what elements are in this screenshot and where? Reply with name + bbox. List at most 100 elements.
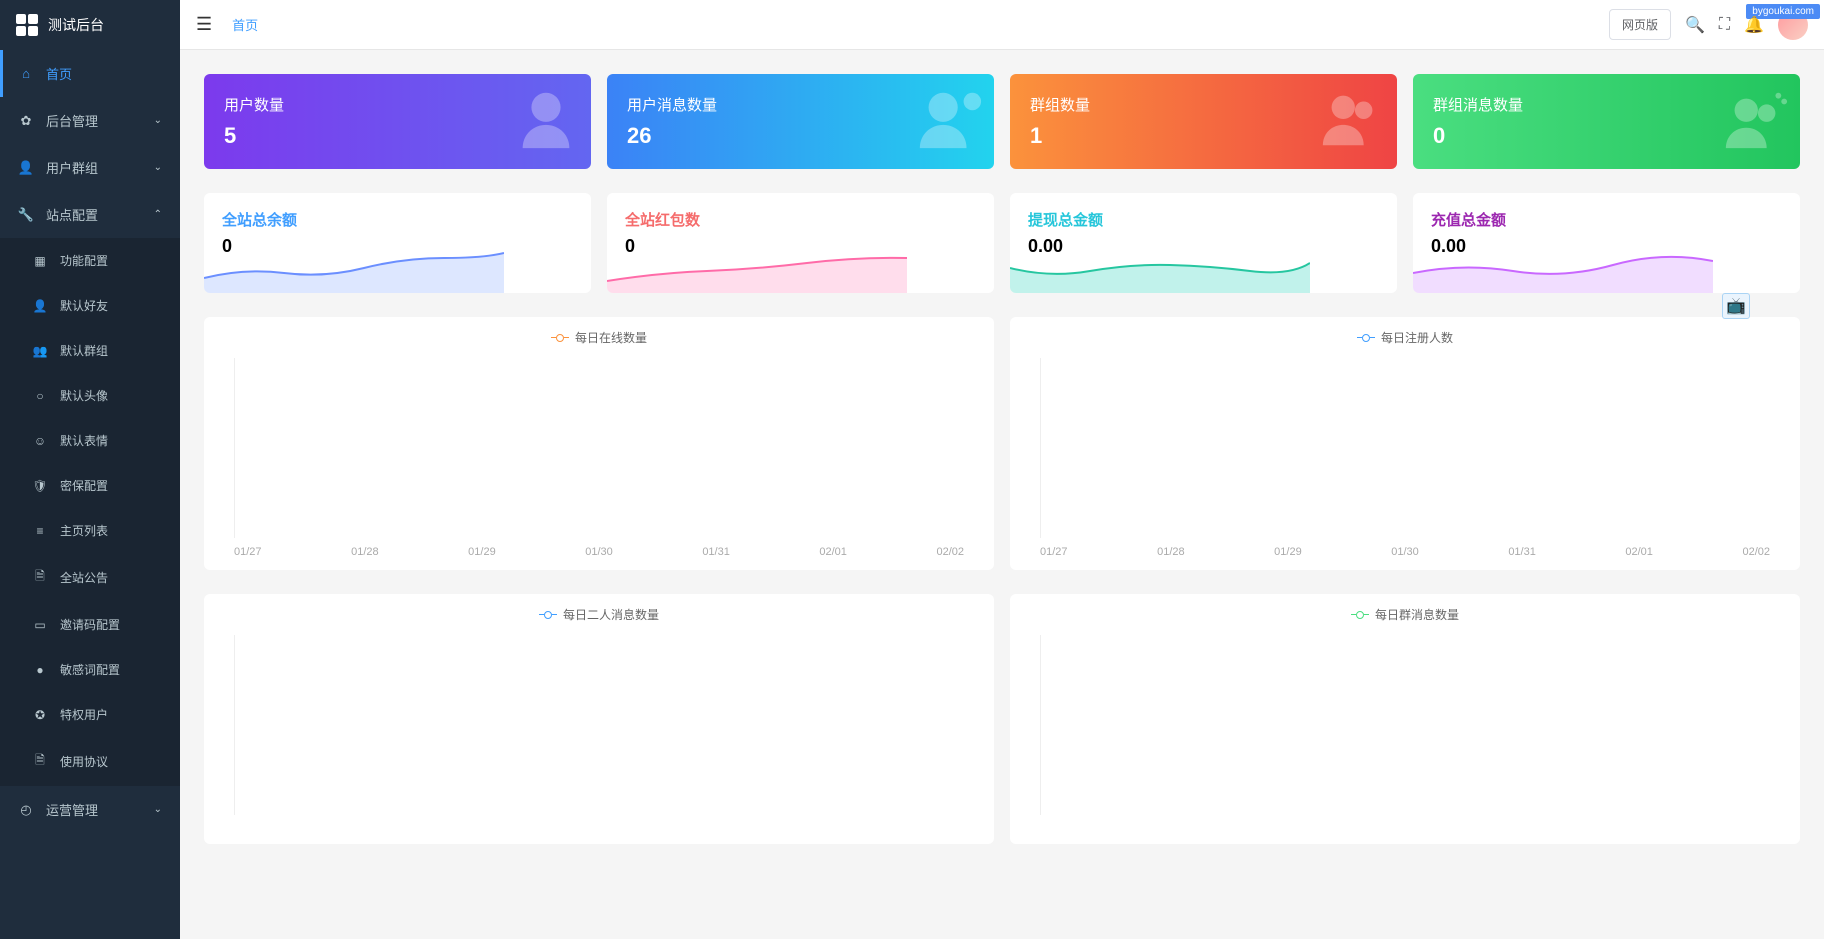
doc-icon: 🗎 bbox=[32, 567, 48, 588]
home-icon: ⌂ bbox=[18, 66, 34, 81]
xaxis-tick: 01/28 bbox=[1157, 546, 1185, 558]
grid-icon: ▦ bbox=[32, 254, 48, 268]
nav-label: 主页列表 bbox=[60, 522, 108, 539]
sidebar: 测试后台 ⌂ 首页 ✿ 后台管理 ⌄ 👤 用户群组 ⌄ 🔧 站点配置 ⌃ bbox=[0, 0, 180, 939]
xaxis-tick: 01/29 bbox=[468, 546, 496, 558]
nav-default-emoji[interactable]: ☺默认表情 bbox=[0, 418, 180, 463]
nav-users[interactable]: 👤 用户群组 ⌄ bbox=[0, 144, 180, 191]
nav-func-config[interactable]: ▦ 功能配置 bbox=[0, 238, 180, 283]
chart-xaxis: 01/2701/2801/2901/3001/3102/0102/02 bbox=[1010, 538, 1800, 570]
avatar-icon: ○ bbox=[32, 389, 48, 403]
shield-icon: 🛡 bbox=[32, 479, 48, 493]
nav-label: 默认群组 bbox=[60, 342, 108, 359]
nav-label: 密保配置 bbox=[60, 477, 108, 494]
nav-home[interactable]: ⌂ 首页 bbox=[0, 50, 180, 97]
chart-legend: 每日注册人数 bbox=[1010, 317, 1800, 358]
xaxis-tick: 01/27 bbox=[1040, 546, 1068, 558]
nav-label: 使用协议 bbox=[60, 753, 108, 770]
mini-card-recharge: 充值总金额 0.00 bbox=[1413, 193, 1800, 293]
mini-label: 全站总余额 bbox=[222, 209, 573, 230]
group-icon: 👥 bbox=[32, 344, 48, 358]
wave-chart bbox=[204, 243, 504, 293]
chart-daily-dm: 每日二人消息数量 bbox=[204, 594, 994, 844]
nav-label: 全站公告 bbox=[60, 569, 108, 586]
chart-daily-group-msg: 每日群消息数量 bbox=[1010, 594, 1800, 844]
nav-agreement[interactable]: 🗎 使用协议 bbox=[0, 737, 180, 786]
mini-label: 提现总金额 bbox=[1028, 209, 1379, 230]
wrench-icon: 🔧 bbox=[18, 207, 34, 223]
legend-label: 每日在线数量 bbox=[575, 329, 647, 346]
mini-card-balance: 全站总余额 0 bbox=[204, 193, 591, 293]
star-icon: ✪ bbox=[32, 708, 48, 722]
breadcrumb[interactable]: 首页 bbox=[232, 15, 258, 34]
nav-label: 邀请码配置 bbox=[60, 616, 120, 633]
nav-backend[interactable]: ✿ 后台管理 ⌄ bbox=[0, 97, 180, 144]
xaxis-tick: 02/01 bbox=[819, 546, 847, 558]
xaxis-tick: 01/31 bbox=[702, 546, 730, 558]
tv-sticker-icon[interactable]: 📺 bbox=[1722, 293, 1750, 319]
nav-label: 特权用户 bbox=[60, 706, 108, 723]
nav-default-avatar[interactable]: ○ 默认头像 bbox=[0, 373, 180, 418]
mini-label: 充值总金额 bbox=[1431, 209, 1782, 230]
xaxis-tick: 01/29 bbox=[1274, 546, 1302, 558]
nav-site-config[interactable]: 🔧 站点配置 ⌃ bbox=[0, 191, 180, 238]
group-message-icon bbox=[1720, 84, 1790, 154]
fullscreen-icon[interactable]: ⛶ bbox=[1719, 16, 1730, 34]
legend-label: 每日二人消息数量 bbox=[563, 606, 659, 623]
stat-card-groups: 群组数量 1 bbox=[1010, 74, 1397, 169]
nav-label: 默认好友 bbox=[60, 297, 108, 314]
nav-default-friend[interactable]: 👤 默认好友 bbox=[0, 283, 180, 328]
stat-card-users: 用户数量 5 bbox=[204, 74, 591, 169]
xaxis-tick: 01/27 bbox=[234, 546, 262, 558]
list-icon: ≡ bbox=[32, 524, 48, 538]
chevron-down-icon: ⌄ bbox=[154, 162, 162, 173]
menu-toggle-icon[interactable]: ☰ bbox=[196, 14, 212, 35]
wave-chart bbox=[1413, 243, 1713, 293]
mini-card-redpacket: 全站红包数 0 bbox=[607, 193, 994, 293]
search-icon[interactable]: 🔍 bbox=[1685, 15, 1705, 35]
legend-label: 每日注册人数 bbox=[1381, 329, 1453, 346]
paper-icon: 🗎 bbox=[32, 751, 48, 772]
web-version-button[interactable]: 网页版 bbox=[1609, 9, 1671, 40]
wave-chart bbox=[607, 243, 907, 293]
chart-area bbox=[1040, 635, 1770, 815]
mini-label: 全站红包数 bbox=[625, 209, 976, 230]
logo[interactable]: 测试后台 bbox=[0, 0, 180, 50]
nav-label: 首页 bbox=[46, 64, 72, 83]
xaxis-tick: 02/02 bbox=[1742, 546, 1770, 558]
chart-xaxis: 01/2701/2801/2901/3001/3102/0102/02 bbox=[204, 538, 994, 570]
nav-security[interactable]: 🛡 密保配置 bbox=[0, 463, 180, 508]
header: ☰ 首页 网页版 🔍 ⛶ 🔔 bbox=[180, 0, 1824, 50]
xaxis-tick: 01/28 bbox=[351, 546, 379, 558]
legend-label: 每日群消息数量 bbox=[1375, 606, 1459, 623]
nav-label: 运营管理 bbox=[46, 800, 98, 819]
xaxis-tick: 01/30 bbox=[1391, 546, 1419, 558]
chart-legend: 每日在线数量 bbox=[204, 317, 994, 358]
user-silhouette-icon bbox=[511, 84, 581, 154]
ops-icon: ◴ bbox=[18, 802, 34, 818]
xaxis-tick: 02/01 bbox=[1625, 546, 1653, 558]
chart-area bbox=[1040, 358, 1770, 538]
nav-default-group[interactable]: 👥 默认群组 bbox=[0, 328, 180, 373]
message-icon bbox=[914, 84, 984, 154]
nav-label: 默认头像 bbox=[60, 387, 108, 404]
nav-sensitive-words[interactable]: ●敏感词配置 bbox=[0, 647, 180, 692]
user-icon: 👤 bbox=[32, 299, 48, 313]
nav-label: 后台管理 bbox=[46, 111, 98, 130]
nav-label: 用户群组 bbox=[46, 158, 98, 177]
nav-ops[interactable]: ◴ 运营管理 ⌄ bbox=[0, 786, 180, 833]
nav-notice[interactable]: 🗎 全站公告 bbox=[0, 553, 180, 602]
nav-invite-code[interactable]: ▭ 邀请码配置 bbox=[0, 602, 180, 647]
nav-label: 站点配置 bbox=[46, 205, 98, 224]
chart-legend: 每日二人消息数量 bbox=[204, 594, 994, 635]
nav-label: 默认表情 bbox=[60, 432, 108, 449]
nav-homepage-list[interactable]: ≡ 主页列表 bbox=[0, 508, 180, 553]
logo-text: 测试后台 bbox=[48, 15, 104, 35]
stat-card-group-messages: 群组消息数量 0 bbox=[1413, 74, 1800, 169]
mini-card-withdraw: 提现总金额 0.00 bbox=[1010, 193, 1397, 293]
nav-privilege-user[interactable]: ✪ 特权用户 bbox=[0, 692, 180, 737]
nav-label: 功能配置 bbox=[60, 252, 108, 269]
notification-icon[interactable]: 🔔 bbox=[1744, 15, 1764, 35]
nav-label: 敏感词配置 bbox=[60, 661, 120, 678]
code-icon: ▭ bbox=[32, 618, 48, 632]
